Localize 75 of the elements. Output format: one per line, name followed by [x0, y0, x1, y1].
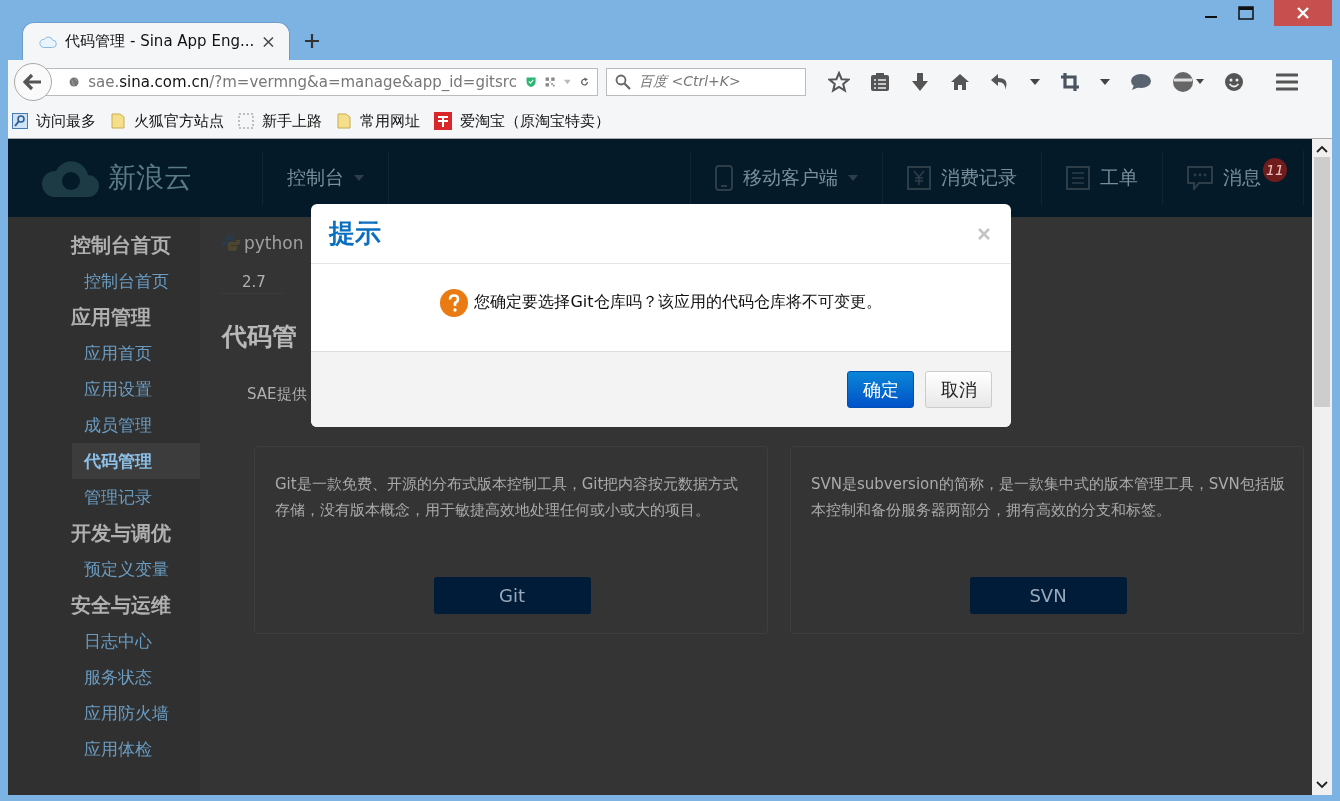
- version-text: 2.7: [241, 273, 267, 291]
- url-text: sae.sina.com.cn/?m=vermng&a=manage&app_id=gitsrc: [88, 73, 517, 91]
- caret-icon[interactable]: [1100, 79, 1110, 85]
- cloud-icon: [39, 34, 58, 49]
- card-description: Git是一款免费、开源的分布式版本控制工具，Git把内容按元数据方式存储，没有版本概念，用于敏捷高效地处理任何或小或大的项目。: [275, 474, 740, 521]
- bookmark-item[interactable]: 新手上路: [238, 111, 322, 131]
- search-field[interactable]: 百度 <Ctrl+K>: [606, 68, 806, 96]
- tab-title: 代码管理 - Sina App Eng...: [65, 32, 255, 51]
- list-document-icon: [1066, 166, 1090, 190]
- intro-text: SAE提供: [246, 385, 307, 404]
- card-description: SVN是subversion的简称，是一款集中式的版本管理工具，SVN包括版本控制和备份服务器两部分，拥有高效的分支和标签。: [811, 474, 1285, 521]
- close-window-button[interactable]: [1274, 0, 1332, 26]
- browser-tab[interactable]: 代码管理 - Sina App Eng...: [22, 22, 290, 60]
- chat-bubble-icon: [1187, 166, 1213, 190]
- sidebar-item[interactable]: 日志中心: [72, 623, 200, 659]
- cancel-button[interactable]: 取消: [925, 371, 992, 408]
- speech-bubble-icon[interactable]: [1130, 73, 1152, 91]
- caret-icon: [354, 175, 364, 181]
- dialog-title: 提示: [329, 217, 381, 250]
- sidebar-section-title: 应用管理: [70, 304, 152, 331]
- caret-icon[interactable]: [1030, 79, 1040, 85]
- search-icon: [615, 74, 631, 90]
- clipboard-list-icon[interactable]: [870, 72, 890, 92]
- repository-button[interactable]: Git: [433, 577, 591, 614]
- sidebar-item[interactable]: 成员管理: [72, 407, 200, 443]
- dashed-square-icon: [238, 113, 254, 129]
- sidebar-item[interactable]: 应用体检: [72, 731, 200, 767]
- bookmark-item[interactable]: 常用网址: [336, 111, 420, 131]
- sidebar-item[interactable]: 控制台首页: [72, 263, 200, 299]
- sidebar-item[interactable]: 管理记录: [72, 479, 200, 515]
- maximize-icon[interactable]: [1238, 6, 1254, 20]
- home-icon[interactable]: [950, 73, 970, 91]
- dialog-message: 您确定要选择Git仓库吗？该应用的代码仓库将不可变更。: [474, 292, 882, 313]
- python-logo: python: [222, 233, 304, 253]
- square-logo-icon: [434, 112, 452, 130]
- sidebar-section-title: 安全与运维: [70, 592, 172, 619]
- sidebar-section-title: 开发与调优: [70, 520, 172, 547]
- folder-icon: [336, 113, 352, 129]
- folder-icon: [110, 113, 126, 129]
- magnifier-page-icon: [12, 113, 28, 129]
- sidebar-item[interactable]: 代码管理: [72, 443, 200, 479]
- scroll-down-icon[interactable]: [1316, 781, 1328, 789]
- close-icon: [1296, 6, 1310, 20]
- confirm-button[interactable]: 确定: [847, 371, 914, 408]
- caret-icon: [848, 175, 858, 181]
- scroll-up-icon[interactable]: [1316, 145, 1328, 153]
- sidebar-item[interactable]: 应用首页: [72, 335, 200, 371]
- page-heading: 代码管: [222, 321, 297, 353]
- smiley-icon[interactable]: [1224, 72, 1244, 92]
- phone-icon: [715, 165, 733, 191]
- notification-badge: 11: [1263, 158, 1287, 182]
- back-button[interactable]: [14, 63, 52, 101]
- yen-receipt-icon: [907, 166, 931, 190]
- sidebar-section-title: 控制台首页: [69, 232, 172, 259]
- bookmark-item[interactable]: 访问最多: [12, 111, 96, 131]
- site-logo-text: 新浪云: [108, 160, 192, 196]
- sidebar-item[interactable]: 应用防火墙: [72, 695, 200, 731]
- repository-button[interactable]: SVN: [969, 577, 1127, 614]
- close-icon[interactable]: [262, 34, 275, 49]
- bookmark-item[interactable]: 火狐官方站点: [110, 111, 224, 131]
- address-bar[interactable]: sae.sina.com.cn/?m=vermng&a=manage&app_id=gitsrc: [46, 68, 598, 96]
- back-arrow-icon: [23, 73, 43, 91]
- menu-icon[interactable]: [1276, 73, 1298, 91]
- sidebar-item[interactable]: 应用设置: [72, 371, 200, 407]
- nav-item[interactable]: 消息 11: [1162, 151, 1304, 205]
- crop-icon[interactable]: [1060, 72, 1080, 92]
- nav-item[interactable]: 工单: [1041, 151, 1162, 205]
- plus-icon[interactable]: [304, 33, 320, 49]
- star-icon[interactable]: [828, 71, 850, 93]
- sidebar-item[interactable]: 预定义变量: [72, 551, 200, 587]
- bookmark-item[interactable]: 爱淘宝（原淘宝特卖）: [434, 111, 610, 131]
- sidebar-item[interactable]: 服务状态: [72, 659, 200, 695]
- question-icon: [440, 288, 469, 317]
- download-icon[interactable]: [910, 72, 930, 92]
- scroll-thumb[interactable]: [1314, 157, 1330, 407]
